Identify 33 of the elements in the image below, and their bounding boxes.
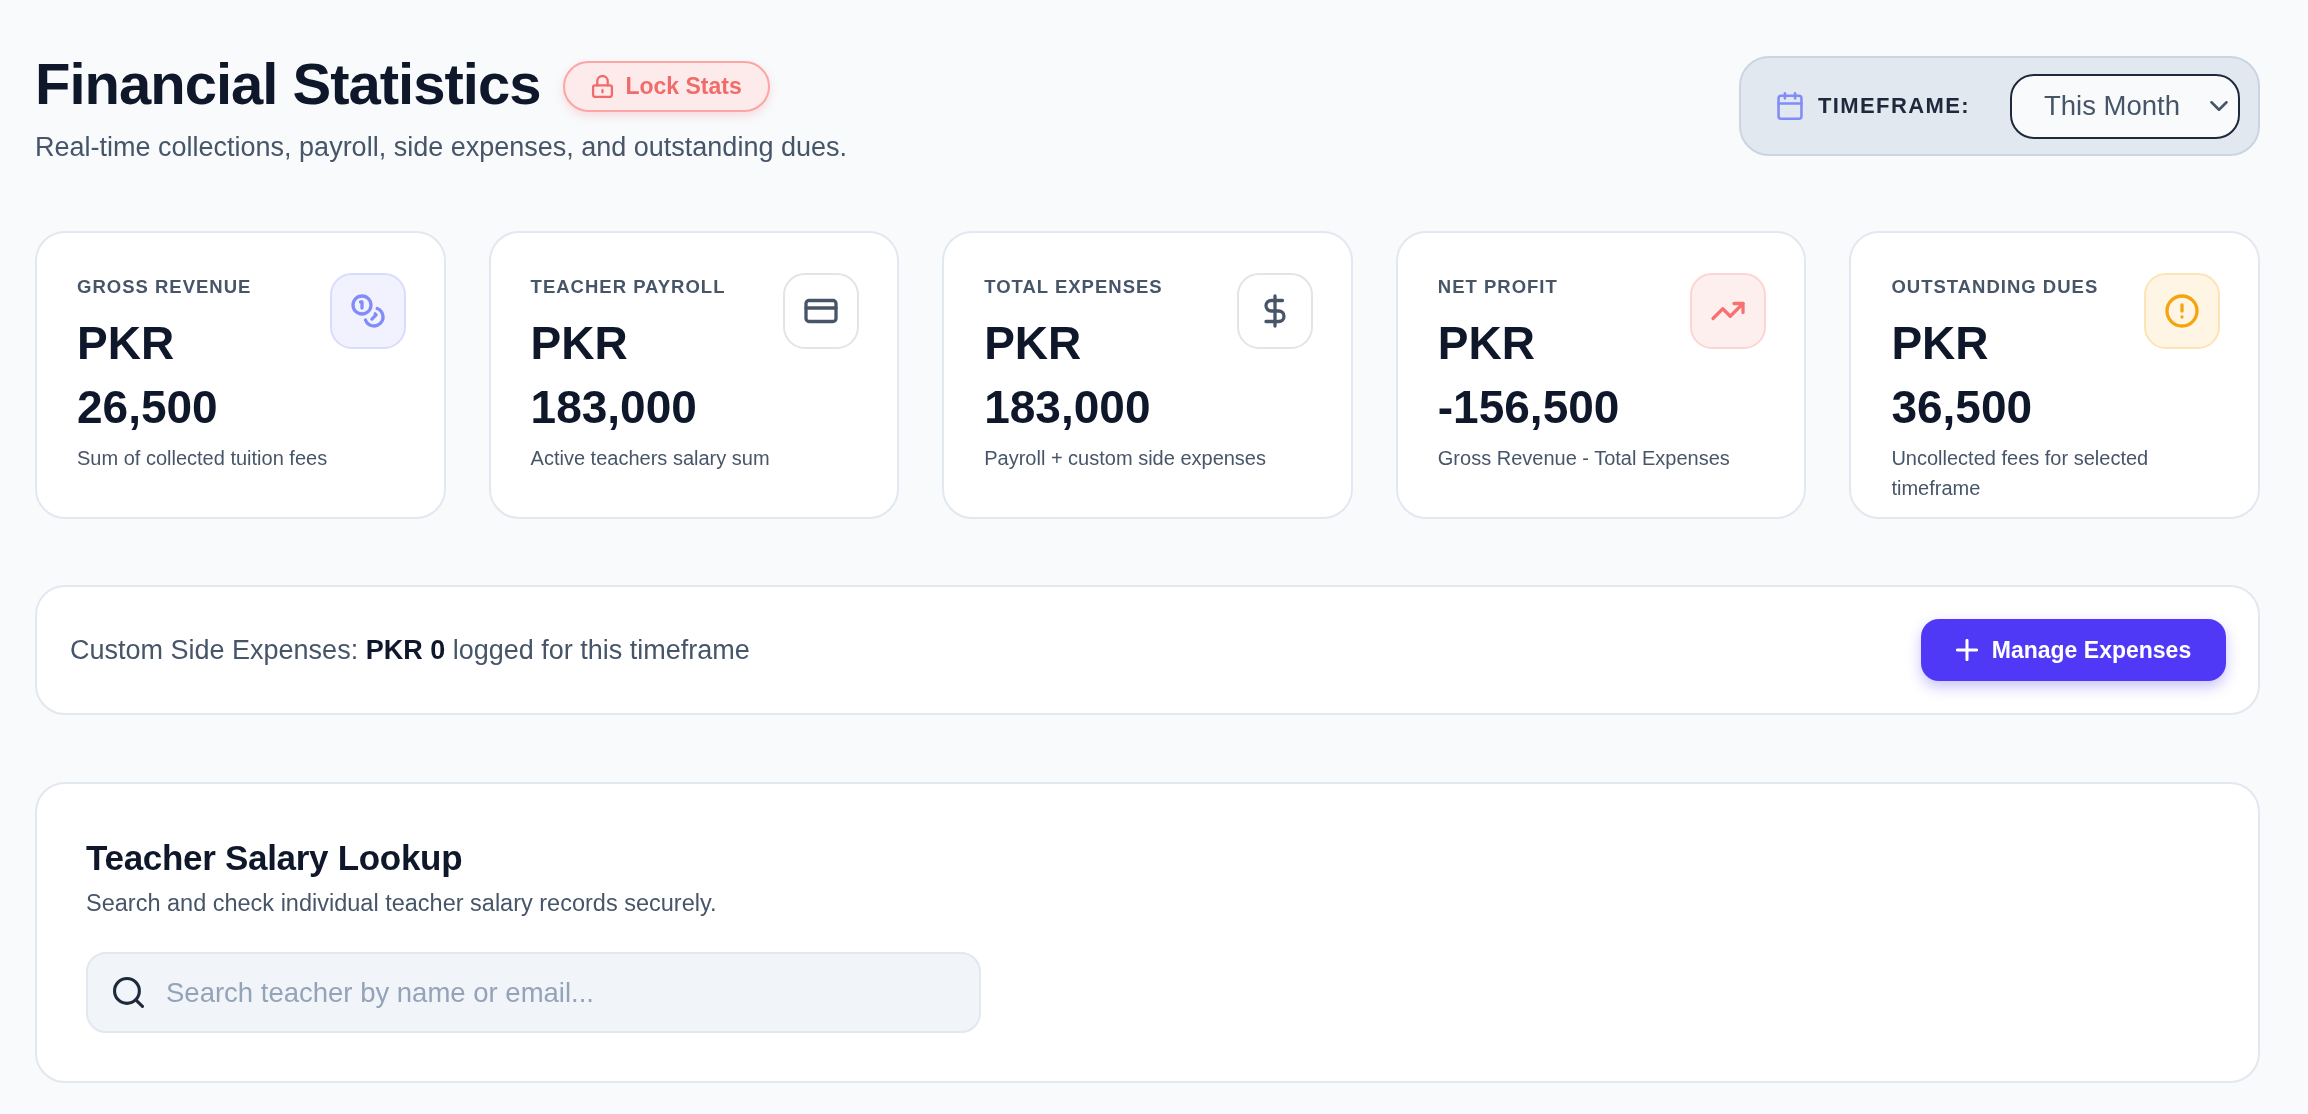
manage-expenses-button[interactable]: Manage Expenses xyxy=(1921,619,2226,681)
timeframe-label: TIMEFRAME: xyxy=(1817,93,1970,119)
trending-up-icon xyxy=(1690,273,1767,349)
page-title: Financial Statistics xyxy=(35,52,541,116)
lookup-title: Teacher Salary Lookup xyxy=(86,838,464,878)
stat-value: PKR 36,500 xyxy=(1891,316,2034,435)
search-icon xyxy=(113,977,144,1008)
dollar-icon xyxy=(1236,273,1313,349)
stat-label: GROSS REVENUE xyxy=(77,275,253,299)
lookup-description: Search and check individual teacher salary records securely. xyxy=(86,889,718,918)
credit-card-icon xyxy=(783,273,860,349)
stat-value: PKR 26,500 xyxy=(77,316,219,435)
stat-label: TEACHER PAYROLL xyxy=(530,275,727,299)
coins-icon xyxy=(329,273,406,349)
page-subtitle: Real-time collections, payroll, side expenses, and outstanding dues. xyxy=(35,131,847,164)
search-field[interactable]: Search teacher by name or email... xyxy=(86,952,981,1033)
stat-description: Gross Revenue - Total Expenses xyxy=(1437,446,1731,471)
stat-value: PKR 183,000 xyxy=(984,316,1152,435)
side-expenses-summary: Custom Side Expenses: PKR 0 logged for this timeframe xyxy=(70,634,750,666)
stat-value: PKR 183,000 xyxy=(530,316,698,435)
plus-icon xyxy=(1955,639,1978,661)
stat-description: Payroll + custom side expenses xyxy=(984,446,1267,471)
stat-label: NET PROFIT xyxy=(1437,275,1559,299)
stat-label: TOTAL EXPENSES xyxy=(984,275,1164,299)
stat-description: Sum of collected tuition fees xyxy=(77,446,329,471)
stat-description: Uncollected fees for selected timeframe xyxy=(1891,446,2150,501)
stat-value: PKR -156,500 xyxy=(1437,316,1621,435)
lock-icon xyxy=(591,74,615,98)
calendar-icon xyxy=(1775,92,1804,120)
stat-description: Active teachers salary sum xyxy=(530,446,771,471)
stat-label: OUTSTANDING DUES xyxy=(1891,275,2100,299)
chevron-down-icon xyxy=(2210,101,2228,111)
timeframe-select[interactable]: This Month xyxy=(2010,73,2240,139)
